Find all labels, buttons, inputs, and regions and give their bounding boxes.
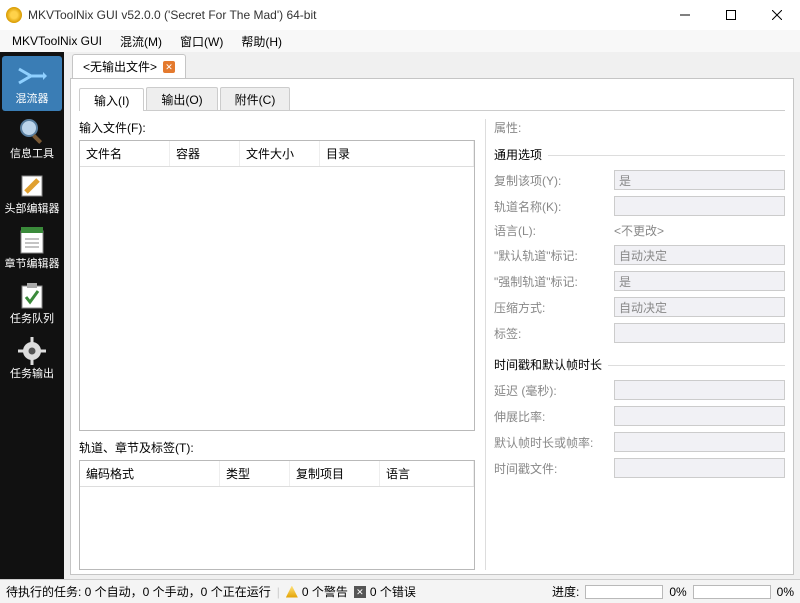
progress-label: 进度: xyxy=(552,583,579,600)
tags-input xyxy=(614,323,785,343)
delay-label: 延迟 (毫秒): xyxy=(494,382,614,399)
clipboard-check-icon xyxy=(16,280,48,312)
stretch-label: 伸展比率: xyxy=(494,408,614,425)
progress-pct-1: 0% xyxy=(669,585,686,599)
sidebar-item-label: 头部编辑器 xyxy=(2,204,62,215)
default-duration-label: 默认帧时长或帧率: xyxy=(494,434,614,451)
forced-flag-label: "强制轨道"标记: xyxy=(494,273,614,290)
maximize-button[interactable] xyxy=(708,0,754,30)
copy-item-select xyxy=(614,170,785,190)
col-size[interactable]: 文件大小 xyxy=(240,141,320,166)
ts-file-input xyxy=(614,458,785,478)
delay-input xyxy=(614,380,785,400)
progress-bar-1 xyxy=(585,585,663,599)
col-copy[interactable]: 复制项目 xyxy=(290,461,380,486)
copy-item-label: 复制该项(Y): xyxy=(494,172,614,189)
compression-select xyxy=(614,297,785,317)
col-codec[interactable]: 编码格式 xyxy=(80,461,220,486)
track-name-input xyxy=(614,196,785,216)
tracks-list[interactable]: 编码格式 类型 复制项目 语言 xyxy=(79,460,475,570)
default-flag-label: "默认轨道"标记: xyxy=(494,247,614,264)
input-files-list[interactable]: 文件名 容器 文件大小 目录 xyxy=(79,140,475,431)
app-icon xyxy=(6,7,22,23)
menubar: MKVToolNix GUI 混流(M) 窗口(W) 帮助(H) xyxy=(0,30,800,52)
tags-label: 标签: xyxy=(494,325,614,342)
error-icon: ✕ xyxy=(354,586,366,598)
tracks-label: 轨道、章节及标签(T): xyxy=(79,439,475,456)
tab-input[interactable]: 输入(I) xyxy=(79,88,144,111)
pencil-paper-icon xyxy=(16,170,48,202)
sidebar-item-muxer[interactable]: 混流器 xyxy=(2,56,62,111)
default-duration-input xyxy=(614,432,785,452)
muxer-icon xyxy=(16,60,48,92)
document-tab[interactable]: <无输出文件> ✕ xyxy=(72,54,186,78)
menu-help[interactable]: 帮助(H) xyxy=(233,31,290,52)
progress-pct-2: 0% xyxy=(777,585,794,599)
track-name-label: 轨道名称(K): xyxy=(494,198,614,215)
close-button[interactable] xyxy=(754,0,800,30)
sidebar-item-label: 章节编辑器 xyxy=(2,259,62,270)
status-tasks: 待执行的任务: 0 个自动，0 个手动，0 个正在运行 xyxy=(6,583,271,600)
stretch-input xyxy=(614,406,785,426)
statusbar: 待执行的任务: 0 个自动，0 个手动，0 个正在运行 | 0 个警告 ✕0 个… xyxy=(0,579,800,603)
tab-output[interactable]: 输出(O) xyxy=(146,87,217,110)
col-container[interactable]: 容器 xyxy=(170,141,240,166)
titlebar: MKVToolNix GUI v52.0.0 ('Secret For The … xyxy=(0,0,800,30)
sidebar-item-info[interactable]: 信息工具 xyxy=(2,111,62,166)
close-icon[interactable]: ✕ xyxy=(163,61,175,73)
gear-icon xyxy=(16,335,48,367)
minimize-button[interactable] xyxy=(662,0,708,30)
language-label: 语言(L): xyxy=(494,222,614,239)
magnifier-icon xyxy=(16,115,48,147)
sidebar-item-header[interactable]: 头部编辑器 xyxy=(2,166,62,221)
menu-app[interactable]: MKVToolNix GUI xyxy=(4,32,110,50)
ts-file-label: 时间戳文件: xyxy=(494,460,614,477)
progress-bar-2 xyxy=(693,585,771,599)
menu-mux[interactable]: 混流(M) xyxy=(112,31,170,52)
sidebar-item-label: 信息工具 xyxy=(2,149,62,160)
sidebar-item-queue[interactable]: 任务队列 xyxy=(2,276,62,331)
col-name[interactable]: 文件名 xyxy=(80,141,170,166)
sidebar-item-chapter[interactable]: 章节编辑器 xyxy=(2,221,62,276)
window-title: MKVToolNix GUI v52.0.0 ('Secret For The … xyxy=(28,8,662,22)
forced-flag-select xyxy=(614,271,785,291)
group-general: 通用选项 xyxy=(494,148,548,162)
sidebar-item-label: 任务队列 xyxy=(2,314,62,325)
notepad-icon xyxy=(16,225,48,257)
document-tab-label: <无输出文件> xyxy=(83,58,157,75)
warning-icon xyxy=(286,586,298,598)
menu-window[interactable]: 窗口(W) xyxy=(172,31,231,52)
col-lang[interactable]: 语言 xyxy=(380,461,474,486)
sidebar: 混流器 信息工具 头部编辑器 章节编辑器 任务队列 任务输出 xyxy=(0,52,64,579)
col-dir[interactable]: 目录 xyxy=(320,141,474,166)
compression-label: 压缩方式: xyxy=(494,299,614,316)
group-timestamps: 时间戳和默认帧时长 xyxy=(494,358,608,372)
main-area: <无输出文件> ✕ 输入(I) 输出(O) 附件(C) 输入文件(F): 文件名… xyxy=(64,52,800,579)
tab-attachments[interactable]: 附件(C) xyxy=(220,87,291,110)
properties-label: 属性: xyxy=(494,119,785,136)
default-flag-select xyxy=(614,245,785,265)
input-files-label: 输入文件(F): xyxy=(79,119,475,136)
sidebar-item-label: 混流器 xyxy=(2,94,62,105)
status-warnings[interactable]: 0 个警告 xyxy=(302,583,348,600)
status-errors[interactable]: 0 个错误 xyxy=(370,583,416,600)
language-value: <不更改> xyxy=(614,222,785,239)
sidebar-item-output[interactable]: 任务输出 xyxy=(2,331,62,386)
sidebar-item-label: 任务输出 xyxy=(2,369,62,380)
col-type[interactable]: 类型 xyxy=(220,461,290,486)
